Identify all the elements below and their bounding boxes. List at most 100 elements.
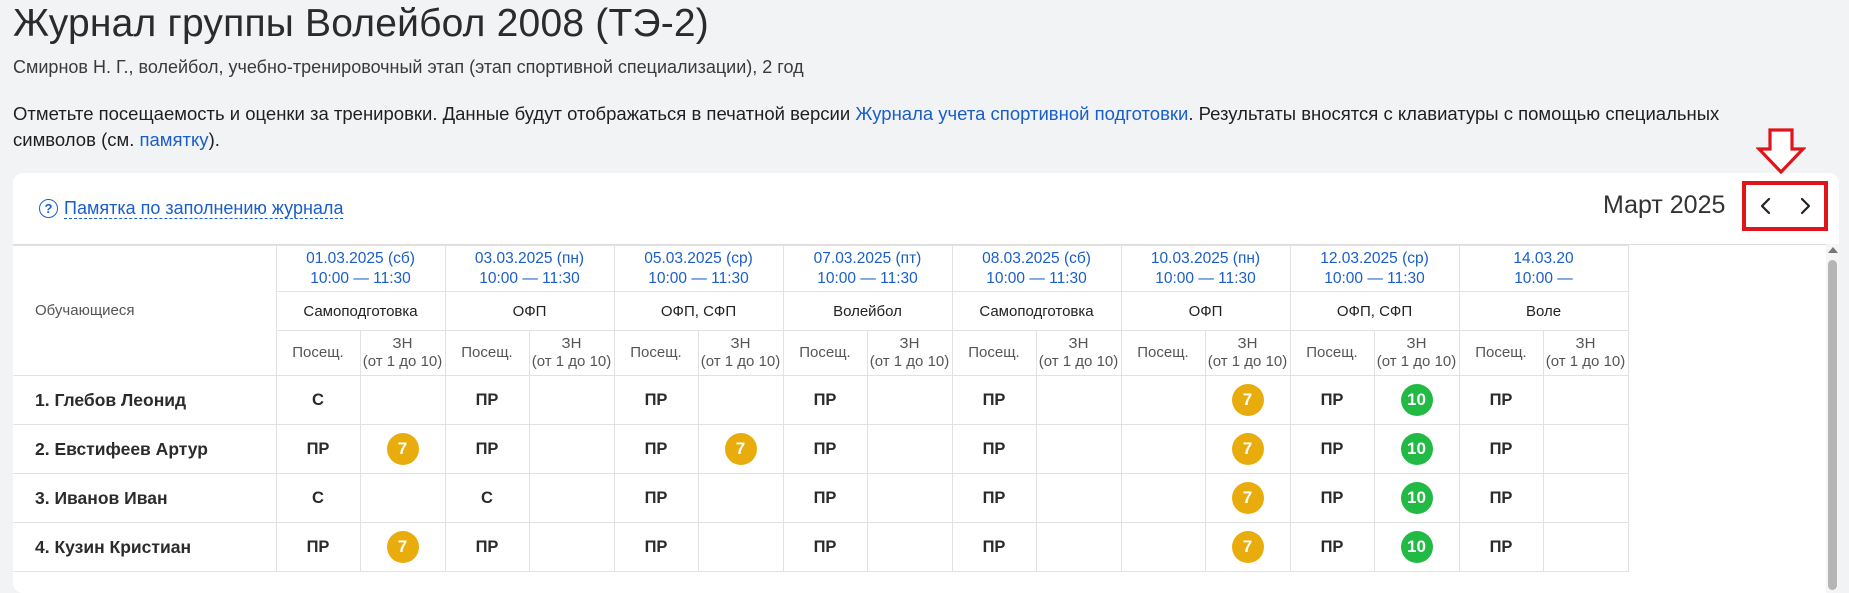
grade-cell[interactable]: 7 — [1204, 473, 1291, 523]
grade-cell[interactable]: 10 — [1373, 522, 1460, 572]
attendance-cell[interactable]: ПР — [1289, 375, 1375, 425]
grade-cell[interactable]: 10 — [1373, 473, 1460, 523]
attendance-cell[interactable]: ПР — [782, 424, 868, 474]
attendance-cell[interactable]: ПР — [1289, 424, 1375, 474]
grade-subheader-range: (от 1 до 10) — [531, 353, 612, 370]
session-date: 07.03.2025 (пт) — [813, 249, 922, 267]
grade-cell[interactable] — [866, 522, 953, 572]
attendance-cell[interactable]: ПР — [275, 522, 361, 572]
session-date-header[interactable]: 14.03.20 10:00 — — [1458, 245, 1629, 292]
grade-cell[interactable] — [528, 473, 615, 523]
attendance-cell[interactable]: ПР — [613, 424, 699, 474]
grade-cell[interactable] — [1542, 473, 1629, 523]
session-date: 08.03.2025 (сб) — [982, 249, 1091, 267]
attendance-cell[interactable]: ПР — [782, 375, 868, 425]
grade-cell[interactable]: 10 — [1373, 424, 1460, 474]
attendance-subheader: Посещ. — [275, 330, 361, 376]
grade-subheader-label: ЗН — [1237, 335, 1258, 352]
grade-cell[interactable] — [866, 424, 953, 474]
grade-cell[interactable] — [1035, 424, 1122, 474]
attendance-cell[interactable]: ПР — [1458, 522, 1544, 572]
grade-cell[interactable]: 7 — [1204, 522, 1291, 572]
grade-subheader-range: (от 1 до 10) — [700, 353, 781, 370]
attendance-cell[interactable] — [1120, 473, 1206, 523]
session-date-header[interactable]: 01.03.2025 (сб) 10:00 — 11:30 — [275, 245, 446, 292]
session-time: 10:00 — — [1514, 269, 1573, 287]
attendance-cell[interactable]: ПР — [613, 473, 699, 523]
grade-cell[interactable] — [1542, 522, 1629, 572]
prev-month-button[interactable] — [1749, 189, 1783, 223]
grade-cell[interactable]: 7 — [1204, 375, 1291, 425]
attendance-cell[interactable]: ПР — [1289, 522, 1375, 572]
journal-table: Обучающиеся 01.03.2025 (сб) 10:00 — 11:30 0… — [13, 244, 1839, 572]
session-type: Самоподготовка — [951, 291, 1122, 331]
grade-cell[interactable]: 7 — [359, 522, 446, 572]
grade-cell[interactable] — [697, 522, 784, 572]
scroll-thumb[interactable] — [1828, 260, 1837, 590]
journal-print-link[interactable]: Журнала учета спортивной подготовки — [855, 103, 1188, 124]
session-date-header[interactable]: 07.03.2025 (пт) 10:00 — 11:30 — [782, 245, 953, 292]
journal-card: ? Памятка по заполнению журнала Март 202… — [13, 173, 1839, 593]
attendance-cell[interactable]: ПР — [782, 522, 868, 572]
attendance-cell[interactable]: ПР — [613, 375, 699, 425]
attendance-cell[interactable]: ПР — [1458, 473, 1544, 523]
grade-cell[interactable] — [1035, 375, 1122, 425]
intro-text: Отметьте посещаемость и оценки за тренир… — [13, 101, 1793, 153]
grade-subheader: ЗН (от 1 до 10) — [528, 330, 615, 376]
grade-cell[interactable] — [1542, 375, 1629, 425]
attendance-cell[interactable]: ПР — [1289, 473, 1375, 523]
grade-cell[interactable] — [1035, 473, 1122, 523]
attendance-cell[interactable]: ПР — [782, 473, 868, 523]
grade-badge: 7 — [386, 433, 419, 465]
grade-cell[interactable]: 7 — [359, 424, 446, 474]
attendance-cell[interactable]: ПР — [444, 375, 530, 425]
grade-cell[interactable] — [1542, 424, 1629, 474]
session-date-header[interactable]: 10.03.2025 (пн) 10:00 — 11:30 — [1120, 245, 1291, 292]
attendance-cell[interactable] — [1120, 375, 1206, 425]
session-date-header[interactable]: 03.03.2025 (пн) 10:00 — 11:30 — [444, 245, 615, 292]
attendance-cell[interactable]: ПР — [444, 424, 530, 474]
grade-cell[interactable] — [866, 375, 953, 425]
attendance-cell[interactable]: ПР — [444, 522, 530, 572]
attendance-cell[interactable]: ПР — [1458, 375, 1544, 425]
memo-inline-link[interactable]: памятку — [139, 129, 208, 150]
grade-cell[interactable] — [697, 375, 784, 425]
grade-subheader-label: ЗН — [1575, 335, 1596, 352]
session-date-header[interactable]: 12.03.2025 (ср) 10:00 — 11:30 — [1289, 245, 1460, 292]
grade-cell[interactable] — [528, 522, 615, 572]
grade-cell[interactable]: 10 — [1373, 375, 1460, 425]
scroll-up-arrow[interactable] — [1828, 247, 1838, 253]
attendance-cell[interactable]: ПР — [951, 473, 1037, 523]
session-date-header[interactable]: 08.03.2025 (сб) 10:00 — 11:30 — [951, 245, 1122, 292]
attendance-cell[interactable]: ПР — [951, 424, 1037, 474]
chevron-right-icon — [1800, 197, 1810, 215]
grade-cell[interactable] — [528, 375, 615, 425]
grade-cell[interactable]: 7 — [697, 424, 784, 474]
attendance-cell[interactable] — [1120, 522, 1206, 572]
grade-cell[interactable] — [866, 473, 953, 523]
attendance-cell[interactable]: С — [444, 473, 530, 523]
attendance-cell[interactable]: ПР — [1458, 424, 1544, 474]
attendance-subheader: Посещ. — [782, 330, 868, 376]
attendance-cell[interactable]: ПР — [275, 424, 361, 474]
attendance-cell[interactable]: С — [275, 473, 361, 523]
grade-subheader: ЗН (от 1 до 10) — [359, 330, 446, 376]
grade-cell[interactable] — [528, 424, 615, 474]
attendance-cell[interactable] — [1120, 424, 1206, 474]
next-month-button[interactable] — [1788, 189, 1822, 223]
session-date-header[interactable]: 05.03.2025 (ср) 10:00 — 11:30 — [613, 245, 784, 292]
memo-link[interactable]: ? Памятка по заполнению журнала — [39, 198, 344, 219]
attendance-cell[interactable]: ПР — [951, 522, 1037, 572]
grade-cell[interactable] — [359, 473, 446, 523]
grade-cell[interactable]: 7 — [1204, 424, 1291, 474]
attendance-cell[interactable]: ПР — [951, 375, 1037, 425]
table-row: 3. Иванов Иван С С ПР ПР ПР 7 ПР 10 ПР — [13, 473, 1629, 523]
session-type: ОФП, СФП — [1289, 291, 1460, 331]
grade-cell[interactable] — [1035, 522, 1122, 572]
attendance-subheader: Посещ. — [951, 330, 1037, 376]
attendance-cell[interactable]: ПР — [613, 522, 699, 572]
attendance-cell[interactable]: С — [275, 375, 361, 425]
grade-cell[interactable] — [359, 375, 446, 425]
grade-cell[interactable] — [697, 473, 784, 523]
vertical-scrollbar[interactable] — [1826, 244, 1839, 593]
